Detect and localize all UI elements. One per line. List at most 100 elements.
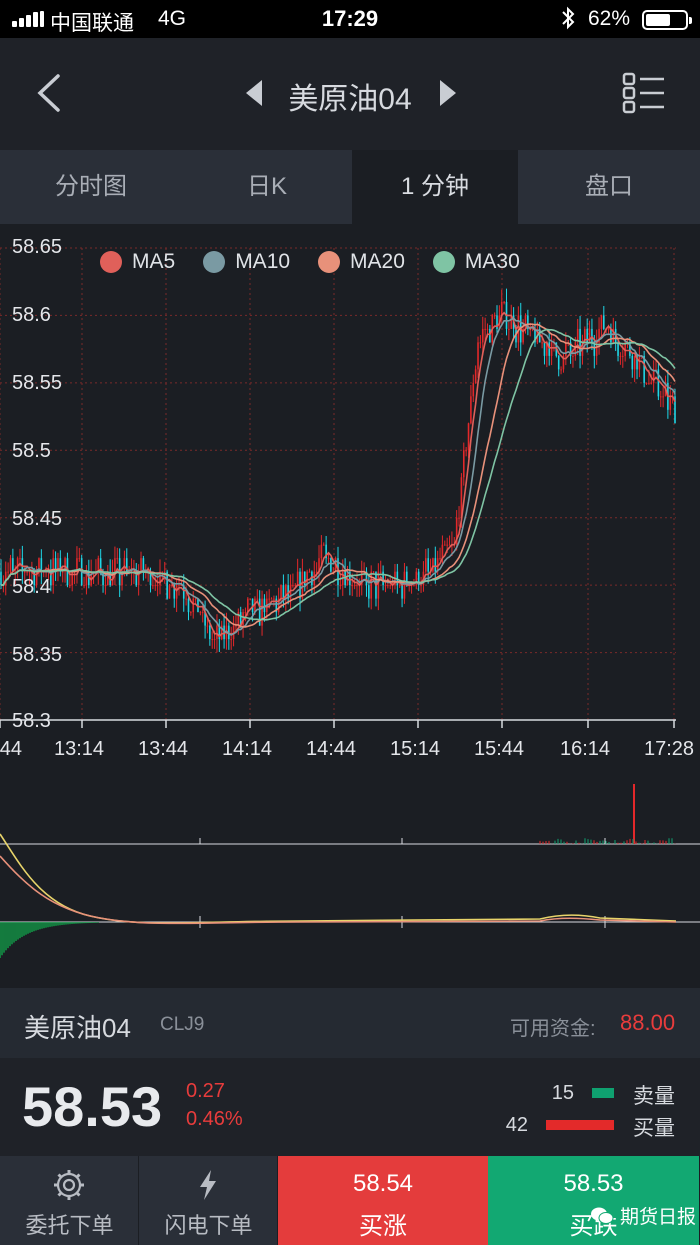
- candle-body: [104, 585, 107, 587]
- candlestick-chart[interactable]: MA5 MA10 MA20 MA30 58.65 58.6 58.55 58.5…: [0, 224, 700, 988]
- candle-body: [175, 585, 178, 599]
- x-tick-label: 14:44: [306, 738, 357, 760]
- y-tick-label: 58.65: [12, 236, 63, 258]
- candle-body: [591, 328, 593, 343]
- legend-dot-icon: [100, 251, 122, 273]
- y-tick-label: 58.6: [12, 304, 51, 326]
- legend-label: MA10: [235, 250, 291, 273]
- gear-icon: [54, 1170, 84, 1200]
- list-menu-icon[interactable]: [622, 72, 666, 114]
- buy-long-button[interactable]: 58.54 买涨: [278, 1156, 488, 1245]
- candle-body: [401, 585, 403, 599]
- candle-body: [669, 396, 672, 410]
- candle-body: [327, 558, 330, 560]
- sell-volume-bar: [592, 1088, 614, 1098]
- entrust-order-button[interactable]: 委托下单: [0, 1156, 139, 1245]
- candle-body: [550, 342, 553, 356]
- candle-body: [28, 571, 31, 573]
- watermark: 期货日报: [590, 1202, 696, 1229]
- candle-body: [201, 612, 204, 614]
- candle-body: [413, 585, 415, 587]
- candle-body: [199, 612, 202, 614]
- triangle-left-icon[interactable]: [246, 80, 262, 106]
- candle-body: [273, 598, 275, 600]
- wechat-icon: [591, 1207, 614, 1224]
- candle-body: [619, 355, 622, 357]
- candle-body: [633, 355, 636, 370]
- candle-body: [474, 369, 477, 383]
- candle-body: [156, 585, 159, 587]
- macd-dif-line: [0, 833, 677, 924]
- candle-body: [607, 328, 610, 330]
- chart-canvas[interactable]: [0, 224, 700, 988]
- tab-timeshare[interactable]: 分时图: [0, 150, 182, 224]
- chevron-left-icon[interactable]: [30, 68, 70, 118]
- nav-bar: 美原油04: [0, 38, 700, 150]
- legend-dot-icon: [318, 251, 341, 273]
- legend-ma5: MA5: [100, 250, 175, 274]
- candle-body: [432, 558, 434, 572]
- candle-body: [467, 423, 470, 451]
- candle-body: [462, 450, 465, 478]
- buy-long-label: 买涨: [359, 1213, 407, 1240]
- x-tick-label: 14:14: [222, 738, 273, 760]
- legend-label: MA5: [132, 250, 176, 273]
- trade-action-bar: 委托下单 闪电下单 58.54 买涨 58.53 买跌: [0, 1156, 700, 1245]
- candle-body: [356, 585, 358, 587]
- candle-body: [12, 558, 14, 572]
- buy-volume-label: 买量: [633, 1117, 675, 1140]
- candle-body: [322, 544, 325, 546]
- candle-body: [458, 517, 460, 519]
- candle-body: [256, 598, 259, 600]
- tab-daily-k[interactable]: 日K: [182, 150, 352, 224]
- candle-body: [0, 571, 2, 586]
- chart-tabs: 分时图 日K 1 分钟 盘口: [0, 150, 700, 224]
- candle-body: [123, 558, 126, 572]
- sell-volume-label: 卖量: [633, 1085, 675, 1108]
- candle-body: [524, 315, 527, 329]
- candle-body: [470, 396, 472, 424]
- candle-body: [102, 571, 104, 586]
- buy-long-price: 58.54: [352, 1170, 414, 1197]
- candle-body: [434, 558, 437, 572]
- buy-short-button[interactable]: 58.53 买跌: [488, 1156, 699, 1245]
- tab-order-book[interactable]: 盘口: [518, 150, 700, 224]
- candle-body: [187, 598, 190, 613]
- candle-body: [379, 571, 382, 573]
- instrument-name: 美原油04: [24, 1013, 131, 1043]
- battery-percent: 62%: [588, 7, 631, 30]
- candle-body: [662, 396, 664, 398]
- candle-body: [313, 571, 316, 586]
- candle-body: [230, 639, 233, 641]
- instrument-info: 美原油04 CLJ9 可用资金: 88.00: [0, 988, 700, 1058]
- candle-body: [543, 342, 546, 356]
- candle-body: [420, 585, 422, 587]
- tab-1-minute[interactable]: 1 分钟: [352, 150, 518, 224]
- candle-body: [247, 598, 249, 613]
- candle-body: [26, 571, 28, 573]
- candle-body: [78, 558, 81, 560]
- candle-body: [61, 571, 64, 573]
- candle-body: [19, 558, 21, 560]
- candle-body: [206, 625, 209, 627]
- legend-ma20: MA20: [318, 250, 405, 274]
- candle-body: [572, 355, 574, 357]
- candle-body: [282, 585, 285, 599]
- price-change: 0.27: [186, 1080, 225, 1102]
- candle-body: [477, 342, 479, 370]
- candle-body: [178, 585, 180, 587]
- candle-body: [296, 571, 299, 586]
- candle-body: [263, 598, 266, 613]
- sell-volume: 15: [551, 1082, 574, 1104]
- available-funds-label: 可用资金:: [510, 1018, 596, 1040]
- battery-icon: [642, 10, 692, 30]
- triangle-right-icon[interactable]: [440, 80, 456, 106]
- x-tick-label: 15:14: [390, 738, 441, 760]
- candle-body: [631, 355, 634, 370]
- candle-body: [508, 328, 510, 330]
- candle-body: [270, 598, 273, 600]
- y-tick-label: 58.4: [12, 576, 51, 598]
- flash-order-button[interactable]: 闪电下单: [139, 1156, 278, 1245]
- candle-body: [389, 585, 392, 587]
- candle-body: [603, 315, 605, 329]
